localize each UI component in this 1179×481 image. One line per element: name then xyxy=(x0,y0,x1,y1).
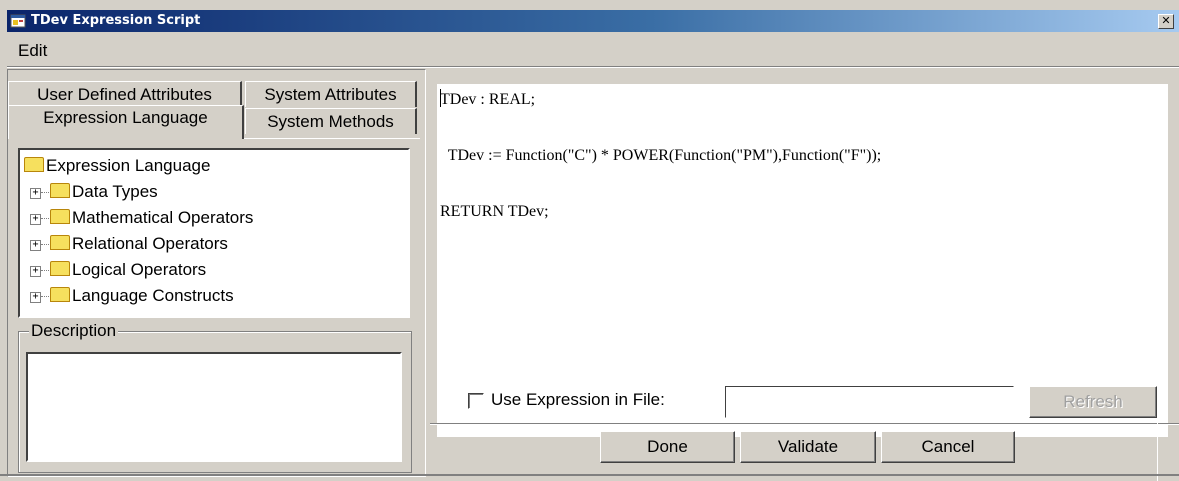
description-label: Description xyxy=(29,321,119,340)
panel-edge xyxy=(1157,380,1158,481)
expression-editor[interactable]: TDev : REAL; TDev := Function("C") * POW… xyxy=(437,84,1168,437)
window-title: TDev Expression Script xyxy=(31,13,201,28)
title-bar[interactable]: TDev Expression Script ✕ xyxy=(7,10,1179,32)
file-path-input[interactable] xyxy=(725,386,1014,418)
done-button[interactable]: Done xyxy=(600,431,735,463)
tree-connector xyxy=(41,192,49,193)
use-expression-in-file-label[interactable]: Use Expression in File: xyxy=(491,390,665,410)
tree-item-language-constructs[interactable]: + Language Constructs xyxy=(30,286,234,306)
tree-item-logical-operators[interactable]: + Logical Operators xyxy=(30,260,206,280)
use-expression-in-file-checkbox[interactable] xyxy=(468,393,484,409)
code-line: TDev := Function("C") * POWER(Function("… xyxy=(440,147,882,164)
tree-connector xyxy=(41,244,49,245)
menu-bar: Edit xyxy=(7,32,1179,66)
tree-item-data-types[interactable]: + Data Types xyxy=(30,182,158,202)
description-text xyxy=(26,352,402,462)
folder-icon xyxy=(50,235,70,250)
tree-item-label: Mathematical Operators xyxy=(72,208,254,227)
cancel-button[interactable]: Cancel xyxy=(881,431,1015,463)
button-row-divider-highlight xyxy=(430,424,1179,425)
folder-icon xyxy=(50,209,70,224)
refresh-button[interactable]: Refresh xyxy=(1029,386,1157,418)
tree-root-label: Expression Language xyxy=(46,156,211,175)
tree-item-label: Logical Operators xyxy=(72,260,207,279)
plus-box-icon[interactable]: + xyxy=(30,292,41,303)
folder-icon xyxy=(50,261,70,276)
validate-button[interactable]: Validate xyxy=(740,431,876,463)
code-line: RETURN TDev; xyxy=(440,203,549,220)
close-icon[interactable]: ✕ xyxy=(1158,14,1174,29)
folder-icon xyxy=(50,287,70,302)
tree-item-label: Data Types xyxy=(72,182,158,201)
window-icon xyxy=(10,14,26,28)
tab-user-defined-attributes[interactable]: User Defined Attributes xyxy=(8,81,242,107)
expression-script-window: TDev Expression Script ✕ Edit User Defin… xyxy=(0,0,1179,481)
tab-system-methods[interactable]: System Methods xyxy=(245,108,417,134)
menu-divider-highlight xyxy=(7,67,1179,68)
plus-box-icon[interactable]: + xyxy=(30,266,41,277)
folder-icon xyxy=(50,183,70,198)
tree-item-label: Language Constructs xyxy=(72,286,234,305)
plus-box-icon[interactable]: + xyxy=(30,188,41,199)
tree-root[interactable]: Expression Language xyxy=(24,156,210,176)
expression-tree[interactable]: Expression Language + Data Types + Mathema… xyxy=(18,148,410,318)
plus-box-icon[interactable]: + xyxy=(30,240,41,251)
tab-system-attributes[interactable]: System Attributes xyxy=(245,81,417,107)
window-bottom-border xyxy=(0,474,1179,476)
code-line: TDev : REAL; xyxy=(440,91,536,108)
plus-box-icon[interactable]: + xyxy=(30,214,41,225)
tree-connector xyxy=(41,296,49,297)
description-group: Description xyxy=(18,322,412,473)
tree-connector xyxy=(41,270,49,271)
tree-connector xyxy=(41,218,49,219)
tree-item-mathematical-operators[interactable]: + Mathematical Operators xyxy=(30,208,253,228)
tree-item-relational-operators[interactable]: + Relational Operators xyxy=(30,234,228,254)
tab-expression-language[interactable]: Expression Language xyxy=(8,105,244,139)
tree-item-label: Relational Operators xyxy=(72,234,228,253)
folder-icon xyxy=(24,157,44,172)
menu-edit[interactable]: Edit xyxy=(18,41,47,61)
